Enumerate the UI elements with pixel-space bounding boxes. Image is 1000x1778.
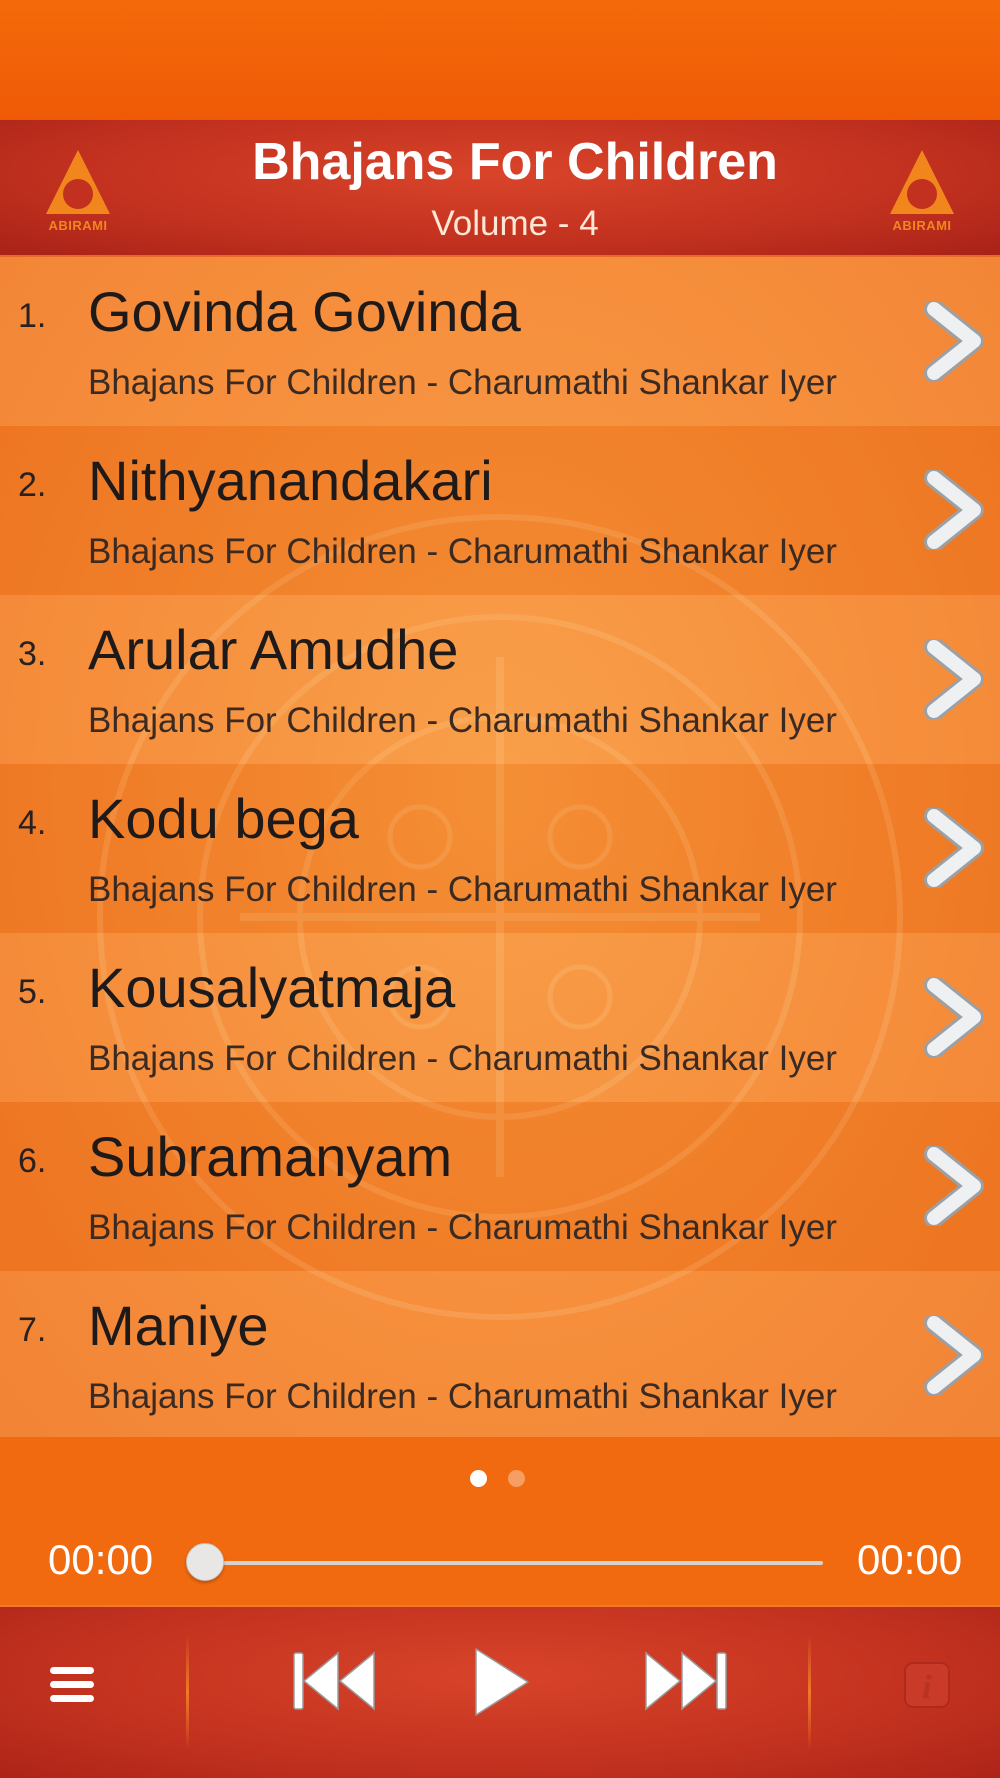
track-number: 3. <box>18 635 47 673</box>
track-number: 6. <box>18 1142 47 1180</box>
logo-label: ABIRAMI <box>892 218 952 233</box>
track-title: Subramanyam <box>88 1125 453 1188</box>
status-bar-area <box>0 0 1000 120</box>
track-subtitle: Bhajans For Children - Charumathi Shanka… <box>88 1039 837 1078</box>
track-title: Govinda Govinda <box>88 280 521 343</box>
seek-bar[interactable] <box>205 1561 823 1565</box>
player-controls: i <box>0 1605 1000 1778</box>
page-title: Bhajans For Children <box>252 133 778 191</box>
track-subtitle: Bhajans For Children - Charumathi Shanka… <box>88 532 837 571</box>
track-number: 7. <box>18 1311 47 1349</box>
list-item[interactable]: 6. Subramanyam Bhajans For Children - Ch… <box>0 1102 1000 1271</box>
total-time: 00:00 <box>857 1536 963 1583</box>
controls-divider <box>186 1635 189 1750</box>
track-subtitle: Bhajans For Children - Charumathi Shanka… <box>88 701 837 740</box>
list-item[interactable]: 5. Kousalyatmaja Bhajans For Children - … <box>0 933 1000 1102</box>
track-number: 1. <box>18 297 47 335</box>
track-title: Maniye <box>88 1294 269 1357</box>
chevron-right-icon[interactable] <box>922 1315 986 1395</box>
track-title: Kodu bega <box>88 787 359 850</box>
track-subtitle: Bhajans For Children - Charumathi Shanka… <box>88 870 837 909</box>
next-track-icon[interactable] <box>640 1649 730 1713</box>
svg-text:i: i <box>922 1669 932 1706</box>
abirami-logo-icon <box>890 150 954 214</box>
logo-label: ABIRAMI <box>48 218 108 233</box>
track-title: Nithyanandakari <box>88 449 493 512</box>
chevron-right-icon[interactable] <box>922 470 986 550</box>
track-subtitle: Bhajans For Children - Charumathi Shanka… <box>88 1208 837 1247</box>
chevron-right-icon[interactable] <box>922 1146 986 1226</box>
abirami-logo-left: ABIRAMI <box>38 144 118 240</box>
list-item[interactable]: 7. Maniye Bhajans For Children - Charuma… <box>0 1271 1000 1437</box>
previous-track-icon[interactable] <box>290 1649 380 1713</box>
track-number: 4. <box>18 804 47 842</box>
abirami-logo-right: ABIRAMI <box>882 144 962 240</box>
list-item[interactable]: 3. Arular Amudhe Bhajans For Children - … <box>0 595 1000 764</box>
page-dot[interactable] <box>508 1470 525 1487</box>
track-title: Kousalyatmaja <box>88 956 456 1019</box>
chevron-right-icon[interactable] <box>922 301 986 381</box>
track-list: 1. Govinda Govinda Bhajans For Children … <box>0 257 1000 1437</box>
chevron-right-icon[interactable] <box>922 808 986 888</box>
track-number: 5. <box>18 973 47 1011</box>
chevron-right-icon[interactable] <box>922 977 986 1057</box>
page-subtitle: Volume - 4 <box>431 204 599 243</box>
chevron-right-icon[interactable] <box>922 639 986 719</box>
list-item[interactable]: 2. Nithyanandakari Bhajans For Children … <box>0 426 1000 595</box>
abirami-logo-icon <box>46 150 110 214</box>
seek-thumb[interactable] <box>186 1543 224 1581</box>
menu-icon[interactable] <box>48 1663 96 1707</box>
track-title: Arular Amudhe <box>88 618 459 681</box>
track-number: 2. <box>18 466 47 504</box>
app-header: ABIRAMI Bhajans For Children Volume - 4 … <box>0 120 1000 257</box>
elapsed-time: 00:00 <box>48 1536 154 1583</box>
controls-divider <box>808 1635 811 1750</box>
page-indicator[interactable] <box>0 1470 1000 1490</box>
list-item[interactable]: 1. Govinda Govinda Bhajans For Children … <box>0 257 1000 426</box>
list-item[interactable]: 4. Kodu bega Bhajans For Children - Char… <box>0 764 1000 933</box>
track-subtitle: Bhajans For Children - Charumathi Shanka… <box>88 1377 837 1416</box>
play-icon[interactable] <box>470 1645 534 1719</box>
page-dot-active[interactable] <box>470 1470 487 1487</box>
info-icon[interactable]: i <box>903 1661 951 1709</box>
track-subtitle: Bhajans For Children - Charumathi Shanka… <box>88 363 837 402</box>
